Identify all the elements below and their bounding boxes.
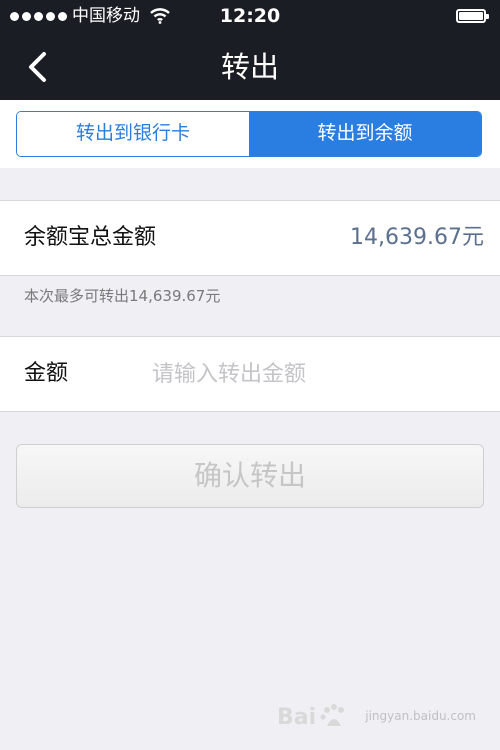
amount-label: 金额	[24, 361, 69, 386]
baidu-logo-icon: Bai	[277, 704, 345, 730]
transfer-target-tabs: 转出到银行卡 转出到余额	[0, 100, 500, 168]
svg-text:Bai: Bai	[277, 705, 316, 730]
navigation-bar: 转出	[0, 34, 500, 100]
max-transfer-hint: 本次最多可转出14,639.67元	[24, 287, 221, 305]
status-time: 12:20	[219, 5, 281, 27]
amount-row: 金额	[0, 336, 500, 412]
total-balance-label: 余额宝总金额	[24, 225, 157, 250]
tab-balance[interactable]: 转出到余额	[249, 112, 481, 156]
confirm-transfer-button[interactable]: 确认转出	[16, 444, 484, 508]
total-balance-value: 14,639.67元	[350, 225, 484, 250]
tab-bank-card[interactable]: 转出到银行卡	[17, 112, 249, 156]
segmented-control: 转出到银行卡 转出到余额	[16, 111, 482, 157]
total-balance-row: 余额宝总金额 14,639.67元	[0, 200, 500, 276]
battery-icon	[456, 9, 489, 23]
page-title: 转出	[220, 50, 279, 84]
status-bar: 中国移动 12:20	[0, 0, 500, 34]
watermark-text: jingyan.baidu.com	[365, 709, 476, 723]
baidu-jingyan-watermark: Bai jingyan.baidu.com	[277, 698, 476, 734]
amount-input[interactable]	[152, 355, 472, 393]
